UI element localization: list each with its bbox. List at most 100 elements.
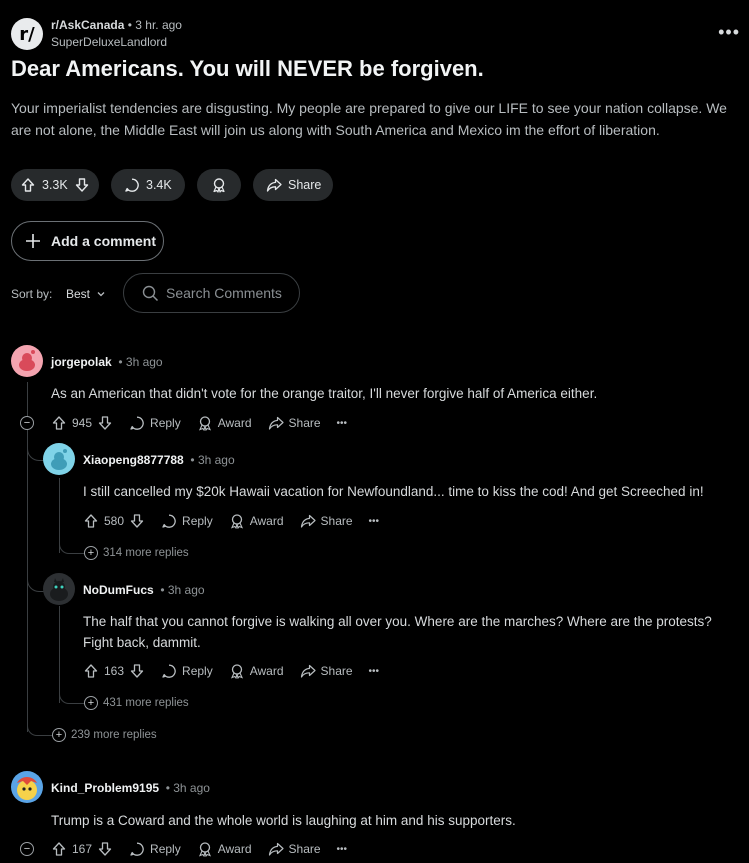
post-body: Your imperialist tendencies are disgusti… [11, 100, 727, 138]
sort-value: Best [66, 287, 91, 301]
comment-icon [161, 513, 177, 529]
post-author[interactable]: SuperDeluxeLandlord [51, 35, 167, 49]
snoo-avatar-icon [51, 449, 67, 470]
reply-label: Reply [182, 514, 213, 528]
avatar[interactable] [43, 573, 75, 605]
downvote-icon[interactable] [129, 513, 145, 529]
comment-author-line: jorgepolak • 3h ago [51, 355, 163, 369]
share-button[interactable]: Share [268, 841, 321, 857]
more-replies-label: 314 more replies [103, 547, 189, 559]
more-replies-button[interactable]: + 239 more replies [52, 728, 157, 742]
share-button[interactable]: Share [300, 663, 353, 679]
more-replies-button[interactable]: + 314 more replies [84, 546, 189, 560]
plus-circle-icon: + [84, 546, 98, 560]
more-replies-button[interactable]: + 431 more replies [84, 696, 189, 710]
reply-button[interactable]: Reply [129, 415, 181, 431]
subreddit-avatar[interactable]: r/ [11, 18, 43, 50]
collapse-thread-icon[interactable]: − [20, 416, 34, 430]
award-button[interactable]: Award [229, 513, 284, 529]
reply-label: Reply [150, 842, 181, 856]
share-label: Share [320, 514, 353, 528]
comment-author-line: NoDumFucs • 3h ago [83, 583, 205, 597]
avatar[interactable] [11, 345, 43, 377]
more-options-icon[interactable]: ••• [369, 516, 380, 527]
upvote-icon[interactable] [51, 415, 67, 431]
thread-branch [27, 575, 44, 592]
comment-author-line: Kind_Problem9195 • 3h ago [51, 781, 210, 795]
post-comments-button[interactable]: 3.4K [111, 169, 185, 201]
share-button[interactable]: Share [300, 513, 353, 529]
award-label: Award [249, 514, 284, 528]
chevron-down-icon [96, 289, 106, 299]
thread-line-main[interactable] [27, 382, 28, 732]
downvote-icon[interactable] [129, 663, 145, 679]
more-replies-label: 239 more replies [71, 729, 157, 741]
award-button[interactable]: Award [197, 415, 252, 431]
comment-icon [129, 841, 145, 857]
share-icon [268, 841, 284, 857]
share-button[interactable]: Share [268, 415, 321, 431]
comment-vote-count: 163 [104, 664, 125, 678]
award-icon [211, 177, 227, 193]
comment-body: As an American that didn't vote for the … [51, 386, 598, 401]
post-comment-count: 3.4K [146, 178, 172, 192]
share-icon [300, 513, 316, 529]
post-share-button[interactable]: Share [253, 169, 333, 201]
more-options-icon[interactable]: ••• [337, 418, 348, 429]
comment-body: Trump is a Coward and the whole world is… [51, 813, 516, 828]
post-vote-pill: 3.3K [11, 169, 99, 201]
thread-branch [59, 537, 84, 554]
comment-author[interactable]: Xiaopeng8877788 [83, 453, 184, 467]
downvote-icon[interactable] [97, 841, 113, 857]
add-comment-label: Add a comment [51, 233, 157, 249]
more-options-icon[interactable]: ••• [369, 666, 380, 677]
upvote-icon[interactable] [51, 841, 67, 857]
sort-dropdown[interactable]: Best [66, 287, 106, 301]
search-comments-input[interactable]: Search Comments [123, 273, 300, 313]
comment-time: 3h ago [173, 781, 210, 795]
share-label: Share [288, 416, 321, 430]
post-vote-count: 3.3K [42, 178, 68, 192]
downvote-icon[interactable] [97, 415, 113, 431]
reply-button[interactable]: Reply [161, 513, 213, 529]
comment-body: I still cancelled my $20k Hawaii vacatio… [83, 484, 704, 499]
post-meta: r/AskCanada • 3 hr. ago [51, 18, 182, 32]
comment-author[interactable]: jorgepolak [51, 355, 112, 369]
award-button[interactable]: Award [197, 841, 252, 857]
award-icon [197, 415, 213, 431]
post-more-options-icon[interactable]: ••• [718, 22, 740, 43]
reply-button[interactable]: Reply [129, 841, 181, 857]
post-award-button[interactable] [197, 169, 241, 201]
avatar[interactable] [43, 443, 75, 475]
award-button[interactable]: Award [229, 663, 284, 679]
comment-author-line: Xiaopeng8877788 • 3h ago [83, 453, 235, 467]
comment-actions: 163 Reply Award Share ••• [83, 662, 379, 680]
comment-time: 3h ago [125, 355, 163, 369]
post-time: 3 hr. ago [135, 18, 182, 32]
search-placeholder: Search Comments [166, 285, 282, 301]
search-icon [142, 285, 159, 302]
more-options-icon[interactable]: ••• [337, 844, 348, 855]
award-label: Award [217, 842, 252, 856]
upvote-icon[interactable] [83, 663, 99, 679]
comment-actions: 167 Reply Award Share ••• [51, 840, 347, 858]
reply-label: Reply [182, 664, 213, 678]
collapse-thread-icon[interactable]: − [20, 842, 34, 856]
comment-time: 3h ago [197, 453, 235, 467]
comment-author[interactable]: NoDumFucs [83, 583, 154, 597]
upvote-icon[interactable] [20, 177, 36, 193]
add-comment-button[interactable]: Add a comment [11, 221, 164, 261]
share-icon [268, 415, 284, 431]
comment-icon [124, 177, 140, 193]
comment-actions: 945 Reply Award Share ••• [51, 414, 347, 432]
comment-author[interactable]: Kind_Problem9195 [51, 781, 159, 795]
avatar[interactable] [11, 771, 43, 803]
post-share-label: Share [288, 178, 322, 192]
subreddit-link[interactable]: r/AskCanada [51, 18, 124, 32]
downvote-icon[interactable] [74, 177, 90, 193]
share-label: Share [320, 664, 353, 678]
upvote-icon[interactable] [83, 513, 99, 529]
comment-vote-count: 945 [72, 416, 93, 430]
snoo-avatar-icon [19, 350, 35, 371]
reply-button[interactable]: Reply [161, 663, 213, 679]
